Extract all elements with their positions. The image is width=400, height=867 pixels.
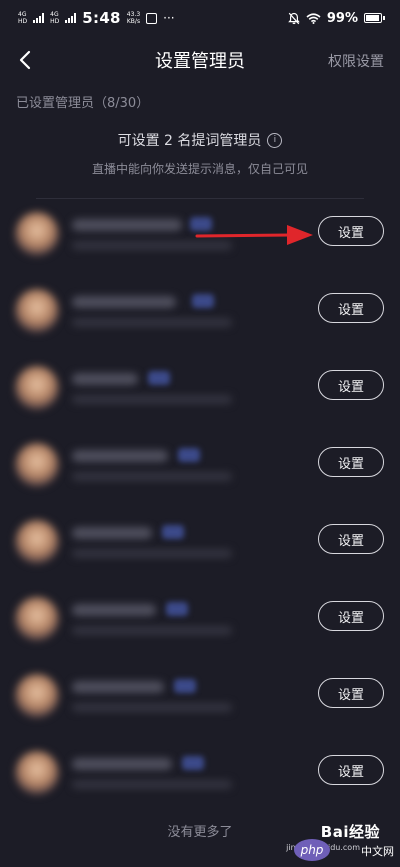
- blurred-level-badge: [182, 756, 204, 770]
- avatar[interactable]: [15, 289, 59, 333]
- blurred-level-badge: [178, 448, 200, 462]
- battery-icon: [364, 13, 385, 23]
- set-admin-button[interactable]: 设置: [318, 601, 384, 631]
- blurred-level-badge: [148, 371, 170, 385]
- network-indicator-1: 4G HD: [18, 11, 28, 25]
- blurred-subtext: [72, 472, 232, 481]
- network-indicator-2: 4G HD: [50, 11, 60, 25]
- blurred-username: [72, 219, 182, 231]
- blurred-subtext: [72, 318, 232, 327]
- wifi-icon: [306, 12, 321, 24]
- avatar[interactable]: [15, 751, 59, 795]
- prompt-admin-heading: 可设置 2 名提词管理员 i: [118, 130, 283, 150]
- set-admin-button[interactable]: 设置: [318, 216, 384, 246]
- signal-icon-2: [65, 13, 77, 23]
- back-arrow-icon[interactable]: [16, 50, 36, 70]
- avatar[interactable]: [15, 212, 59, 256]
- avatar[interactable]: [15, 443, 59, 487]
- avatar[interactable]: [15, 366, 59, 410]
- set-admin-button[interactable]: 设置: [318, 755, 384, 785]
- set-admin-button[interactable]: 设置: [318, 524, 384, 554]
- navigation-bar: 设置管理员 权限设置: [0, 36, 400, 84]
- prompt-admin-info: 可设置 2 名提词管理员 i 直播中能向你发送提示消息，仅自己可见: [0, 130, 400, 177]
- list-item: 设置: [0, 351, 400, 428]
- notification-icon: [146, 12, 158, 24]
- blurred-level-badge: [192, 294, 214, 308]
- network-speed: 43.3 KB/s: [126, 11, 141, 25]
- list-item: 设置: [0, 582, 400, 659]
- blurred-username: [72, 373, 138, 385]
- blurred-subtext: [72, 626, 232, 635]
- blurred-username: [72, 296, 176, 308]
- list-item: 设置: [0, 505, 400, 582]
- blurred-username: [72, 450, 168, 462]
- watermark-cn-text: 中文网: [361, 845, 394, 858]
- blurred-subtext: [72, 395, 232, 404]
- set-admin-button[interactable]: 设置: [318, 447, 384, 477]
- info-icon[interactable]: i: [267, 132, 283, 148]
- blurred-level-badge: [166, 602, 188, 616]
- signal-icon: [33, 13, 45, 23]
- battery-percent: 99%: [326, 10, 358, 26]
- baidu-jingyan-logo: Bai经验: [320, 823, 380, 841]
- status-right: 99%: [288, 10, 385, 26]
- avatar[interactable]: [15, 520, 59, 564]
- more-icon: ···: [163, 11, 175, 25]
- blurred-username: [72, 681, 164, 693]
- watermark: Bai经验 jingyan.baidu.com php 中文网: [286, 819, 394, 861]
- permission-settings-link[interactable]: 权限设置: [328, 51, 384, 71]
- blurred-subtext: [72, 549, 232, 558]
- page-title: 设置管理员: [155, 51, 245, 72]
- status-bar: 4G HD 4G HD 5:48 43.3 KB/s ··· 99%: [0, 0, 400, 36]
- list-item: 设置: [0, 736, 400, 813]
- list-item: 设置: [0, 659, 400, 736]
- set-admin-button[interactable]: 设置: [318, 293, 384, 323]
- php-logo: php: [294, 839, 330, 861]
- admin-count-label: 已设置管理员（8/30）: [16, 96, 150, 111]
- set-admin-button[interactable]: 设置: [318, 370, 384, 400]
- annotation-arrow-icon: [195, 225, 313, 245]
- blurred-username: [72, 527, 152, 539]
- blurred-level-badge: [162, 525, 184, 539]
- admin-list: 设置 设置 设置 设置 设置 设置 设置 设置: [0, 197, 400, 813]
- set-admin-button[interactable]: 设置: [318, 678, 384, 708]
- clock: 5:48: [82, 9, 121, 27]
- status-left: 4G HD 4G HD 5:48 43.3 KB/s ···: [18, 9, 175, 27]
- blurred-username: [72, 604, 156, 616]
- avatar[interactable]: [15, 674, 59, 718]
- mute-bell-icon: [288, 12, 300, 24]
- blurred-subtext: [72, 703, 232, 712]
- prompt-admin-description: 直播中能向你发送提示消息，仅自己可见: [91, 162, 308, 176]
- blurred-level-badge: [174, 679, 196, 693]
- avatar[interactable]: [15, 597, 59, 641]
- blurred-subtext: [72, 780, 232, 789]
- list-item: 设置: [0, 428, 400, 505]
- list-item: 设置: [0, 274, 400, 351]
- blurred-username: [72, 758, 172, 770]
